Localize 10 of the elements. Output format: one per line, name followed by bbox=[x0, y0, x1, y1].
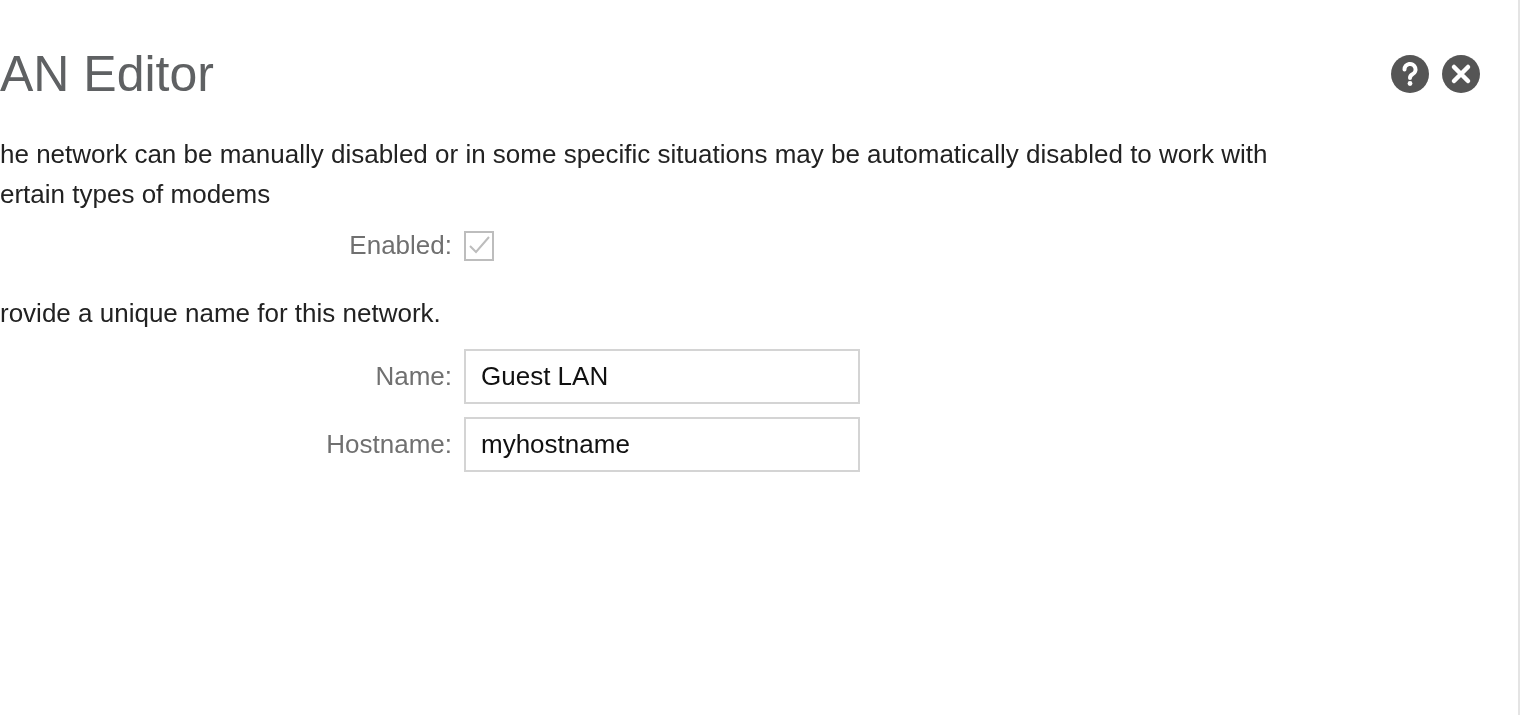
section-description: rovide a unique name for this network. bbox=[0, 297, 442, 330]
help-icon[interactable] bbox=[1391, 55, 1429, 93]
section-description: he network can be manually disabled or in some specific situations may be automatically disabled to work with ertain types of modems bbox=[0, 138, 1269, 211]
field-label: Name: bbox=[374, 361, 452, 392]
field-label: Enabled: bbox=[348, 230, 452, 261]
close-icon[interactable] bbox=[1442, 55, 1480, 93]
dialog-title: AN Editor bbox=[0, 45, 214, 104]
text-field[interactable]: Guest LAN bbox=[464, 349, 860, 404]
text-field[interactable]: myhostname bbox=[464, 417, 860, 472]
field-label: Hostname: bbox=[325, 429, 452, 460]
